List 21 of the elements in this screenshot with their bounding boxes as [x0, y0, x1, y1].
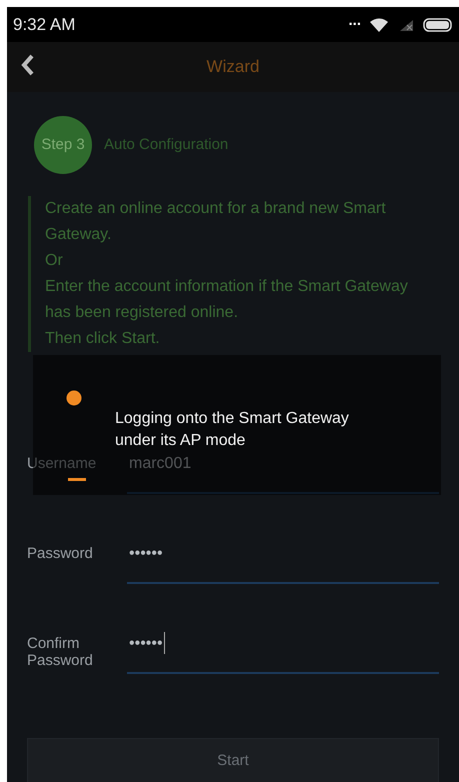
header-title: Wizard: [206, 56, 260, 78]
signal-icon: [399, 18, 415, 32]
loading-dash-icon: [68, 478, 86, 482]
field-label: Username: [27, 454, 98, 472]
instruction-text: Or: [45, 251, 64, 271]
instruction-text: Enter the account information if the Smart Gateway has been registered online.: [45, 277, 409, 323]
input-field[interactable]: ••••••: [127, 540, 439, 584]
status-time: 9:32 AM: [13, 14, 76, 36]
wifi-icon: [369, 16, 389, 32]
status-more: ...: [348, 11, 361, 32]
battery-icon: [423, 18, 453, 32]
field-label: Confirm Password: [27, 634, 94, 669]
field-label: Password: [27, 544, 94, 562]
input-field[interactable]: ••••••: [127, 630, 439, 674]
back-icon[interactable]: [21, 54, 35, 76]
step-title: Auto Configuration: [104, 134, 228, 155]
loading-dot-icon: [66, 390, 82, 406]
step-badge: Step 3: [34, 116, 92, 174]
progress-message: Logging onto the Smart Gateway under its AP mode: [115, 409, 350, 451]
instruction-text: Create an online account for a brand new Smart Gateway.: [45, 199, 387, 245]
instruction-text: Then click Start.: [45, 329, 161, 349]
